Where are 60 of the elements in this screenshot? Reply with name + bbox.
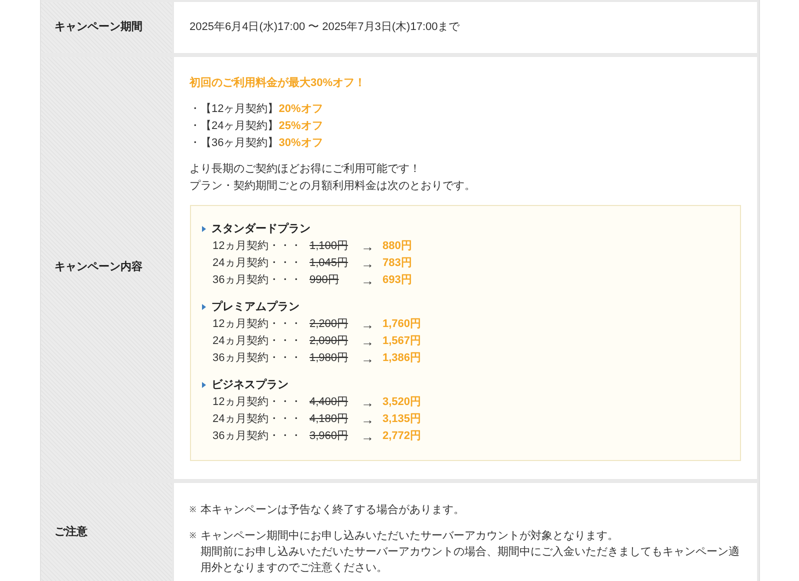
contract-term: 24ヵ月契約・・・ — [212, 256, 303, 270]
discounted-price: 783円 — [382, 256, 412, 270]
contract-term: 12ヵ月契約・・・ — [212, 316, 303, 332]
plan-name: プレミアムプラン — [212, 300, 300, 314]
contract-term: 36ヵ月契約・・・ — [212, 428, 303, 444]
discount-term: ・【12ヶ月契約】 — [190, 102, 279, 116]
arrow-text: → — [360, 350, 375, 366]
discounted-price: 880円 — [382, 238, 412, 254]
discounted-price: 1,386円 — [382, 350, 422, 366]
arrow-text: → — [360, 410, 375, 428]
old-price: 2,200円 — [310, 316, 350, 332]
arrow-text: → — [360, 316, 375, 332]
contract-term: 36ヵ月契約・・・ — [212, 272, 303, 288]
discounted-price: 1,760円 — [382, 316, 422, 332]
discount-rate: 25%オフ — [278, 118, 323, 134]
discount-rate: 30%オフ — [278, 136, 323, 150]
old-price: 3,960円 — [310, 428, 350, 444]
arrow-text: → — [360, 272, 375, 288]
old-price: 1,100円 — [310, 238, 350, 254]
discounted-price: 3,135円 — [382, 412, 422, 426]
note-mark: ※ — [190, 504, 198, 516]
triangle-bullet-icon — [202, 304, 206, 310]
campaign-period-text: 2025年6月4日(水)17:00 〜 2025年7月3日(木)17:00まで — [190, 20, 461, 35]
contract-term: 12ヵ月契約・・・ — [212, 394, 303, 410]
triangle-bullet-icon — [202, 226, 206, 232]
discounted-price: 1,567円 — [382, 334, 422, 348]
note-text: キャンペーン期間中にお申し込みいただいたサーバーアカウントが対象となります。 — [200, 528, 620, 544]
arrow-text: → — [360, 428, 375, 444]
note-text: 本キャンペーンは予告なく終了する場合があります。 — [200, 502, 464, 518]
note-text: 期間前にお申し込みいただいたサーバーアカウントの場合、期間中にご入金いただきましてもキャンペーン適用外となりますのでご注意ください。 — [200, 544, 740, 576]
campaign-description: プラン・契約期間ごとの月額利用料金は次のとおりです。 — [190, 178, 476, 194]
discount-term: ・【24ヶ月契約】 — [190, 118, 279, 134]
plan-name: ビジネスプラン — [212, 378, 288, 392]
contract-term: 24ヵ月契約・・・ — [212, 334, 303, 348]
note-mark: ※ — [190, 530, 198, 542]
old-price: 4,400円 — [310, 394, 350, 410]
contract-term: 36ヵ月契約・・・ — [212, 350, 303, 366]
discount-term: ・【36ヶ月契約】 — [190, 136, 279, 150]
triangle-bullet-icon — [202, 382, 206, 388]
plan-name: スタンダードプラン — [212, 222, 310, 236]
arrow-text: → — [360, 254, 375, 272]
discounted-price: 693円 — [382, 272, 412, 288]
old-price: 4,180円 — [310, 412, 350, 426]
row-label: キャンペーン期間 — [54, 20, 142, 35]
row-label: ご注意 — [54, 524, 88, 540]
arrow-text: → — [360, 238, 375, 254]
old-price: 1,045円 — [310, 256, 350, 270]
old-price: 1,980円 — [310, 350, 350, 366]
contract-term: 12ヵ月契約・・・ — [212, 238, 303, 254]
row-label: キャンペーン内容 — [54, 260, 142, 276]
arrow-text: → — [360, 332, 375, 350]
campaign-description: より長期のご契約ほどお得にご利用可能です！ — [190, 162, 422, 176]
arrow-text: → — [360, 394, 375, 410]
contract-term: 24ヵ月契約・・・ — [212, 412, 303, 426]
discounted-price: 3,520円 — [382, 394, 422, 410]
campaign-headline: 初回のご利用料金が最大30%オフ！ — [190, 76, 367, 90]
old-price: 2,090円 — [310, 334, 350, 348]
discount-rate: 20%オフ — [278, 102, 323, 116]
old-price: 990円 — [310, 272, 340, 288]
discounted-price: 2,772円 — [382, 428, 422, 444]
